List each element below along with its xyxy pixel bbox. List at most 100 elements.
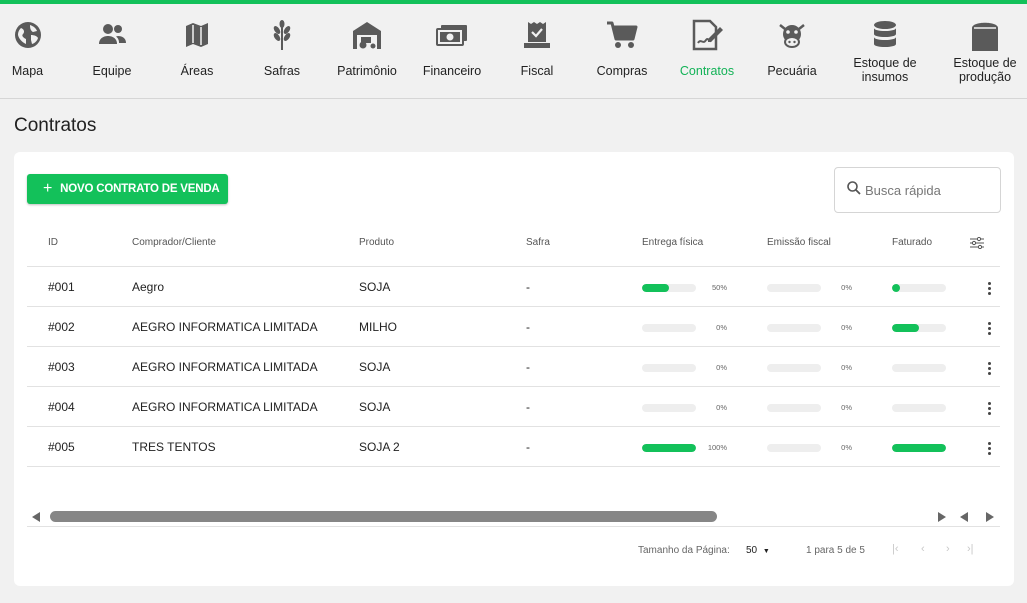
row-menu-icon[interactable] <box>984 399 994 417</box>
footer-divider <box>27 526 1000 527</box>
horizontal-scrollbar[interactable] <box>27 507 1000 527</box>
column-header-cliente[interactable]: Comprador/Cliente <box>132 237 216 248</box>
column-settings-icon[interactable] <box>970 236 984 254</box>
billed-progress-bar <box>892 284 946 292</box>
row-menu-icon[interactable] <box>984 439 994 457</box>
invoice-progress-bar <box>767 364 821 372</box>
table-row[interactable]: #001 Aegro SOJA - 50% 0% <box>27 267 1000 307</box>
harvest-value: - <box>526 400 530 414</box>
nav-label-line-1: Estoque de <box>853 56 917 70</box>
delivery-progress-fill <box>642 444 696 452</box>
invoice-progress-bar <box>767 284 821 292</box>
delivery-progress-percent: 100% <box>707 443 727 452</box>
people-icon <box>95 18 129 52</box>
nav-item-areas[interactable]: Áreas <box>167 4 227 98</box>
invoice-progress-percent: 0% <box>841 443 852 452</box>
page-size-value: 50 <box>746 545 758 556</box>
delivery-progress-percent: 0% <box>716 403 727 412</box>
delivery-progress-bar <box>642 284 696 292</box>
harvest-value: - <box>526 360 530 374</box>
column-header-entrega-fisica[interactable]: Entrega física <box>642 237 703 248</box>
search-icon <box>847 180 861 200</box>
contract-id: #003 <box>48 360 75 374</box>
client-name: TRES TENTOS <box>132 440 216 454</box>
billed-progress-bar <box>892 364 946 372</box>
nav-label: Fiscal <box>520 64 554 78</box>
scroll-left-icon[interactable] <box>32 512 40 522</box>
page-size-select[interactable]: 50 ▼ <box>746 545 770 556</box>
row-menu-icon[interactable] <box>984 319 994 337</box>
quick-search-input[interactable] <box>865 182 985 198</box>
invoice-progress-percent: 0% <box>841 403 852 412</box>
product-name: SOJA <box>359 360 391 374</box>
column-header-safra[interactable]: Safra <box>526 237 550 248</box>
delivery-progress-bar <box>642 404 696 412</box>
nav-item-contratos[interactable]: Contratos <box>677 4 737 98</box>
billed-progress-fill <box>892 324 919 332</box>
nav-item-estoque-producao[interactable]: Estoque de produção <box>950 4 1020 98</box>
database-icon <box>868 18 902 52</box>
table-row[interactable]: #003 AEGRO INFORMATICA LIMITADA SOJA - 0% 0% <box>27 347 1000 387</box>
main-navigation: Mapa Equipe Áreas Safras Patrimônio Fina… <box>0 4 1027 99</box>
billed-progress-bar <box>892 324 946 332</box>
scroll-right-icon[interactable] <box>986 512 994 522</box>
page-range: 1 para 5 de 5 <box>806 545 865 556</box>
map-icon <box>180 18 214 52</box>
nav-label: Safras <box>263 64 301 78</box>
column-header-faturado[interactable]: Faturado <box>892 237 932 248</box>
delivery-progress-bar <box>642 444 696 452</box>
nav-item-compras[interactable]: Compras <box>592 4 652 98</box>
nav-item-equipe[interactable]: Equipe <box>82 4 142 98</box>
wheat-icon <box>265 18 299 52</box>
column-header-produto[interactable]: Produto <box>359 237 394 248</box>
invoice-progress-percent: 0% <box>841 283 852 292</box>
cow-icon <box>775 18 809 52</box>
fiscal-receipt-icon <box>520 18 554 52</box>
nav-item-fiscal[interactable]: Fiscal <box>507 4 567 98</box>
nav-item-patrimonio[interactable]: Patrimônio <box>332 4 402 98</box>
last-page-icon[interactable]: ›| <box>967 543 974 555</box>
nav-label: Contratos <box>679 64 735 78</box>
contract-sign-icon <box>690 18 724 52</box>
row-menu-icon[interactable] <box>984 279 994 297</box>
table-row[interactable]: #002 AEGRO INFORMATICA LIMITADA MILHO - 0% 0% <box>27 307 1000 347</box>
billed-progress-bar <box>892 444 946 452</box>
nav-label: Áreas <box>180 64 214 78</box>
scrollbar-thumb[interactable] <box>50 511 717 522</box>
column-header-emissao-fiscal[interactable]: Emissão fiscal <box>767 237 831 248</box>
globe-icon <box>11 18 45 52</box>
scroll-right-icon[interactable] <box>938 512 946 522</box>
column-header-id[interactable]: ID <box>48 237 58 248</box>
quick-search[interactable] <box>834 167 1001 213</box>
product-name: SOJA <box>359 400 391 414</box>
delivery-progress-fill <box>642 284 669 292</box>
contract-id: #005 <box>48 440 75 454</box>
new-sale-contract-label: NOVO CONTRATO DE VENDA <box>60 183 220 195</box>
table-row[interactable]: #004 AEGRO INFORMATICA LIMITADA SOJA - 0% 0% <box>27 387 1000 427</box>
contracts-card: + NOVO CONTRATO DE VENDA ID Comprador/Cl… <box>14 152 1014 586</box>
prev-page-icon[interactable]: ‹ <box>921 543 925 555</box>
product-name: SOJA 2 <box>359 440 400 454</box>
billed-progress-fill <box>892 284 901 292</box>
nav-label: Financeiro <box>422 64 482 78</box>
client-name: AEGRO INFORMATICA LIMITADA <box>132 400 318 414</box>
page-size-label: Tamanho da Página: <box>638 545 730 556</box>
row-menu-icon[interactable] <box>984 359 994 377</box>
nav-item-mapa[interactable]: Mapa <box>0 4 55 98</box>
next-page-icon[interactable]: › <box>946 543 950 555</box>
nav-item-safras[interactable]: Safras <box>252 4 312 98</box>
new-sale-contract-button[interactable]: + NOVO CONTRATO DE VENDA <box>27 174 228 204</box>
client-name: Aegro <box>132 280 165 294</box>
nav-item-financeiro[interactable]: Financeiro <box>417 4 487 98</box>
nav-item-estoque-insumos[interactable]: Estoque de insumos <box>850 4 920 98</box>
silo-icon <box>968 18 1002 52</box>
scroll-left-icon[interactable] <box>960 512 968 522</box>
first-page-icon[interactable]: |‹ <box>892 543 899 555</box>
nav-item-pecuaria[interactable]: Pecuária <box>762 4 822 98</box>
cart-icon <box>605 18 639 52</box>
nav-label-line-2: insumos <box>861 70 909 84</box>
table-row[interactable]: #005 TRES TENTOS SOJA 2 - 100% 0% <box>27 427 1000 467</box>
product-name: MILHO <box>359 320 398 334</box>
contract-id: #002 <box>48 320 75 334</box>
delivery-progress-percent: 0% <box>716 363 727 372</box>
